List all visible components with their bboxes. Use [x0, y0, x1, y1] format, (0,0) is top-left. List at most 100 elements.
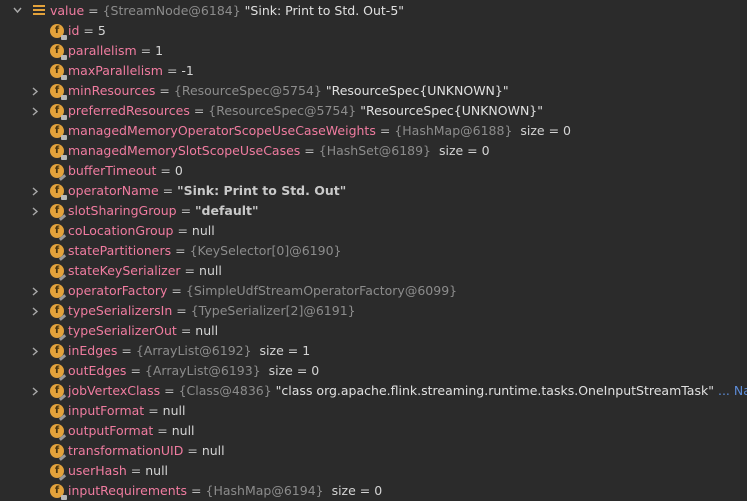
field-icon: f [50, 324, 64, 338]
chevron-down-icon[interactable] [12, 1, 22, 21]
chevron-right-icon[interactable] [31, 181, 41, 201]
chevron-right-icon[interactable] [31, 301, 41, 321]
field-icon: f [50, 24, 67, 40]
tree-row-outputformat[interactable]: f outputFormat = null [0, 421, 747, 441]
equals-sign: = [193, 103, 205, 118]
field-ref: {Class@4836} [178, 383, 272, 398]
field-value: null [145, 463, 169, 478]
equals-sign: = [162, 183, 174, 198]
equals-sign: = [180, 323, 192, 338]
field-icon: f [50, 444, 64, 458]
field-icon: f [50, 464, 64, 478]
chevron-right-icon[interactable] [31, 101, 41, 121]
tree-row-slotsharinggroup[interactable]: f slotSharingGroup = "default" [0, 201, 747, 221]
field-icon: f [50, 364, 64, 378]
field-size: size = 0 [438, 143, 490, 158]
equals-sign: = [159, 83, 170, 98]
field-name: inEdges [68, 343, 118, 358]
chevron-right-icon[interactable] [31, 281, 41, 301]
tree-row-managedmemoryoperatorscopeusecaseweights[interactable]: f managedMemoryOperatorScopeUseCaseWeigh… [0, 121, 747, 141]
tree-row-inputformat[interactable]: f inputFormat = null [0, 401, 747, 421]
equals-sign: = [148, 403, 159, 418]
equals-sign: = [187, 443, 198, 458]
root-name: value [50, 3, 85, 18]
field-value: null [199, 263, 222, 278]
field-name: jobVertexClass [68, 383, 161, 398]
field-icon: f [50, 384, 64, 398]
field-size: size = 0 [268, 363, 320, 378]
equals-sign: = [175, 243, 186, 258]
field-size: size = 1 [259, 343, 311, 358]
debugger-variables-tree: value = {StreamNode@6184} "Sink: Print t… [0, 0, 747, 501]
tree-row-parallelism[interactable]: f parallelism = 1 [0, 41, 747, 61]
field-icon: f [50, 404, 64, 418]
equals-sign: = [176, 303, 187, 318]
chevron-right-icon[interactable] [31, 341, 41, 361]
root-label: value = {StreamNode@6184} "Sink: Print t… [50, 1, 404, 21]
field-value: 5 [97, 23, 106, 38]
field-icon: f [50, 244, 64, 258]
tree-row-operatorfactory[interactable]: f operatorFactory = {SimpleUdfStreamOper… [0, 281, 747, 301]
tree-row-jobvertexclass[interactable]: f jobVertexClass = {Class@4836} "class o… [0, 381, 747, 401]
field-size: size = 0 [331, 483, 383, 498]
tree-row-maxparallelism[interactable]: f maxParallelism = -1 [0, 61, 747, 81]
tree-row-statekeyserializer[interactable]: f stateKeySerializer = null [0, 261, 747, 281]
tree-row-inedges[interactable]: f inEdges = {ArrayList@6192} size = 1 [0, 341, 747, 361]
tree-row-outedges[interactable]: f outEdges = {ArrayList@6193} size = 0 [0, 361, 747, 381]
tree-row-preferredresources[interactable]: f preferredResources = {ResourceSpec@575… [0, 101, 747, 121]
field-name: slotSharingGroup [68, 203, 177, 218]
chevron-right-icon[interactable] [31, 201, 41, 221]
field-name: inputRequirements [68, 483, 188, 498]
tree-row-buffertimeout[interactable]: f bufferTimeout = 0 [0, 161, 747, 181]
field-name: transformationUID [68, 443, 184, 458]
field-name: coLocationGroup [68, 223, 174, 238]
tree-row-operatorname[interactable]: f operatorName = "Sink: Print to Std. Ou… [0, 181, 747, 201]
field-icon: f [50, 104, 67, 120]
navigate-link[interactable]: ... Navig [718, 383, 747, 398]
field-name: typeSerializerOut [68, 323, 177, 338]
root-value: "Sink: Print to Std. Out-5" [244, 3, 405, 18]
field-ref: {HashSet@6189} [318, 143, 432, 158]
field-value: "class org.apache.flink.streaming.runtim… [275, 383, 714, 398]
tree-row-inputrequirements[interactable]: f inputRequirements = {HashMap@6194} siz… [0, 481, 747, 501]
field-icon: f [50, 424, 64, 438]
chevron-right-icon[interactable] [31, 81, 41, 101]
field-ref: {ArrayList@6193} [144, 363, 261, 378]
tree-row-userhash[interactable]: f userHash = null [0, 461, 747, 481]
field-name: minResources [68, 83, 156, 98]
tree-row-transformationuid[interactable]: f transformationUID = null [0, 441, 747, 461]
field-name: preferredResources [68, 103, 190, 118]
field-icon: f [50, 224, 64, 238]
field-icon: f [50, 344, 64, 358]
tree-row-minresources[interactable]: f minResources = {ResourceSpec@5754} "Re… [0, 81, 747, 101]
field-name: stateKeySerializer [68, 263, 181, 278]
equals-sign: = [180, 203, 192, 218]
field-icon: f [50, 304, 64, 318]
field-icon: f [50, 184, 67, 200]
tree-row-colocationgroup[interactable]: f coLocationGroup = null [0, 221, 747, 241]
field-value: "Sink: Print to Std. Out" [177, 183, 347, 198]
equals-sign: = [304, 143, 315, 158]
field-name: userHash [68, 463, 127, 478]
field-icon: f [50, 84, 67, 100]
field-value: null [201, 443, 225, 458]
tree-row-statepartitioners[interactable]: f statePartitioners = {KeySelector[0]@61… [0, 241, 747, 261]
tree-row-id[interactable]: f id = 5 [0, 21, 747, 41]
chevron-right-icon[interactable] [31, 381, 41, 401]
field-ref: {TypeSerializer[2]@6191} [190, 303, 356, 318]
field-name: operatorName [68, 183, 159, 198]
tree-row-root[interactable]: value = {StreamNode@6184} "Sink: Print t… [0, 1, 747, 21]
tree-row-managedmemoryslotscopeusecases[interactable]: f managedMemorySlotScopeUseCases = {Hash… [0, 141, 747, 161]
equals-sign: = [160, 163, 171, 178]
field-value: null [162, 403, 186, 418]
field-name: managedMemorySlotScopeUseCases [68, 143, 301, 158]
tree-row-typeserializersin[interactable]: f typeSerializersIn = {TypeSerializer[2]… [0, 301, 747, 321]
tree-row-typeserializerout[interactable]: f typeSerializerOut = null [0, 321, 747, 341]
variable-icon [33, 5, 45, 17]
field-icon: f [50, 284, 64, 298]
field-value: 1 [155, 43, 164, 58]
field-ref: {SimpleUdfStreamOperatorFactory@6099} [185, 283, 458, 298]
field-name: statePartitioners [68, 243, 172, 258]
field-ref: {HashMap@6188} [394, 123, 513, 138]
field-value: "ResourceSpec{UNKNOWN}" [325, 83, 509, 98]
